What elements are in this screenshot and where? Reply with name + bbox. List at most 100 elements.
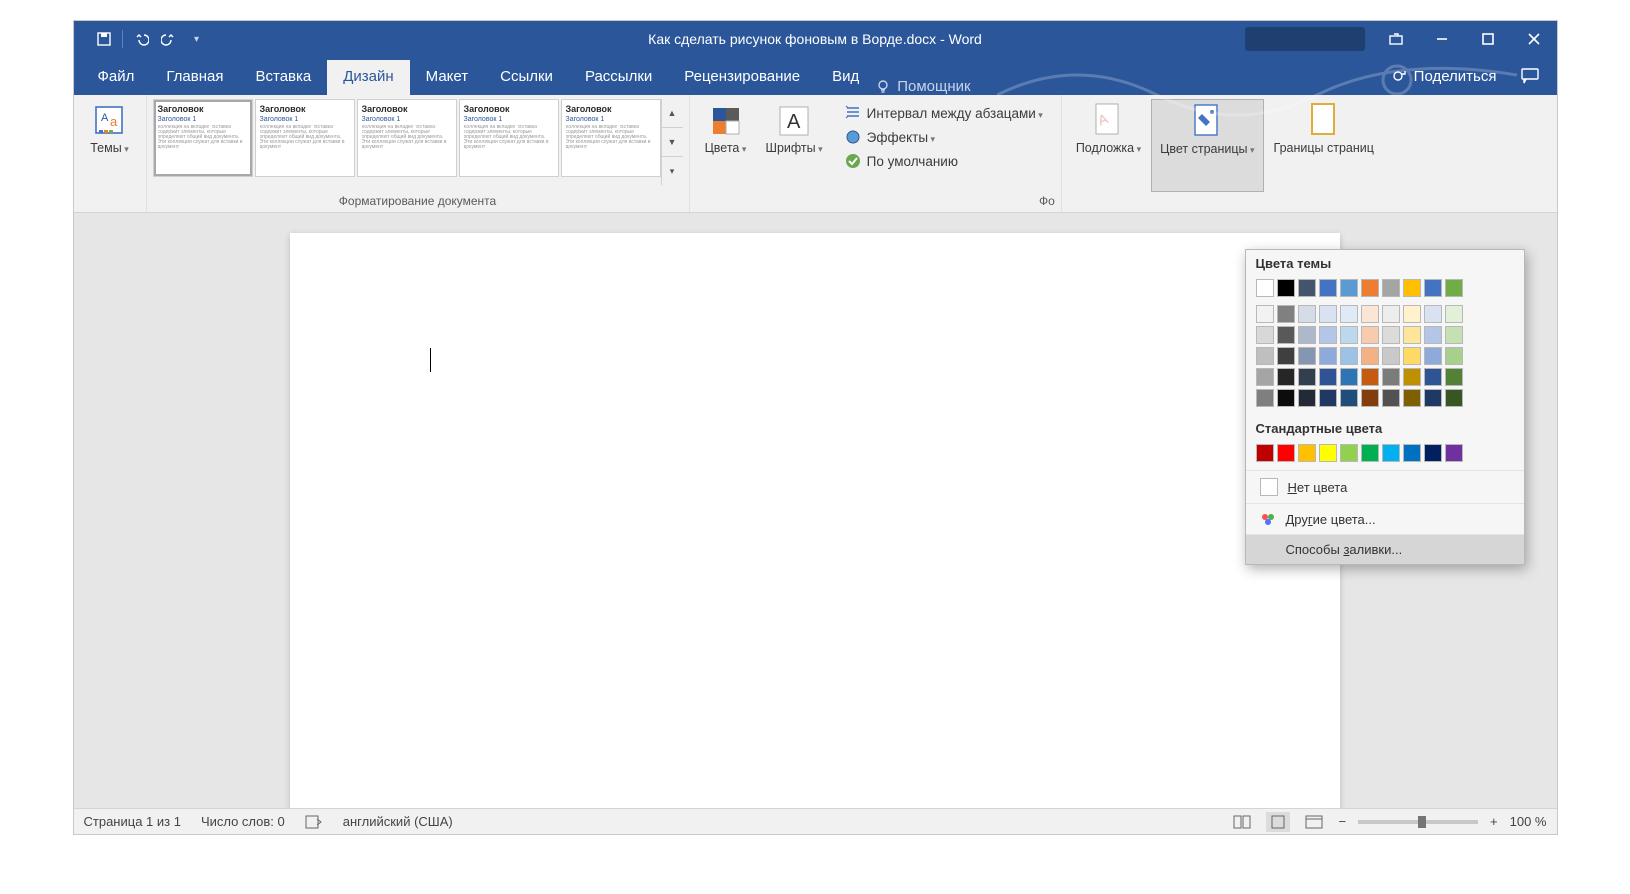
web-layout-button[interactable] [1302, 812, 1326, 832]
color-swatch[interactable] [1277, 305, 1295, 323]
color-swatch[interactable] [1361, 326, 1379, 344]
undo-button[interactable] [129, 27, 153, 51]
color-swatch[interactable] [1403, 279, 1421, 297]
tab-layout[interactable]: Макет [410, 60, 484, 95]
color-swatch[interactable] [1403, 444, 1421, 462]
color-swatch[interactable] [1298, 347, 1316, 365]
minimize-button[interactable] [1419, 21, 1465, 57]
page-color-button[interactable]: Цвет страницы [1151, 99, 1263, 192]
tab-design[interactable]: Дизайн [327, 60, 409, 95]
effects-button[interactable]: Эффекты [841, 127, 1047, 147]
color-swatch[interactable] [1277, 347, 1295, 365]
color-swatch[interactable] [1424, 326, 1442, 344]
color-swatch[interactable] [1361, 347, 1379, 365]
gallery-scroll-down[interactable]: ▼ [662, 128, 683, 157]
fonts-button[interactable]: A Шрифты [758, 99, 831, 192]
color-swatch[interactable] [1340, 347, 1358, 365]
color-swatch[interactable] [1256, 389, 1274, 407]
style-set-thumb[interactable]: ЗаголовокЗаголовок 1Коллекция на вкладке… [255, 99, 355, 177]
ribbon-display-options-icon[interactable] [1373, 21, 1419, 57]
color-swatch[interactable] [1424, 305, 1442, 323]
tab-home[interactable]: Главная [150, 60, 239, 95]
color-swatch[interactable] [1424, 444, 1442, 462]
gallery-more[interactable]: ▾ [662, 157, 683, 185]
tell-me-search[interactable]: Помощник [875, 78, 970, 95]
color-swatch[interactable] [1319, 389, 1337, 407]
more-colors-item[interactable]: Другие цвета... [1246, 503, 1524, 534]
color-swatch[interactable] [1256, 368, 1274, 386]
status-language[interactable]: английский (США) [343, 814, 453, 829]
share-button[interactable]: Поделиться [1392, 68, 1497, 85]
color-swatch[interactable] [1277, 326, 1295, 344]
color-swatch[interactable] [1382, 368, 1400, 386]
color-swatch[interactable] [1361, 368, 1379, 386]
color-swatch[interactable] [1445, 444, 1463, 462]
color-swatch[interactable] [1298, 279, 1316, 297]
tab-file[interactable]: Файл [82, 60, 151, 95]
color-swatch[interactable] [1382, 347, 1400, 365]
color-swatch[interactable] [1319, 368, 1337, 386]
color-swatch[interactable] [1340, 368, 1358, 386]
color-swatch[interactable] [1319, 347, 1337, 365]
color-swatch[interactable] [1340, 444, 1358, 462]
color-swatch[interactable] [1361, 279, 1379, 297]
color-swatch[interactable] [1424, 279, 1442, 297]
zoom-out-button[interactable]: − [1338, 814, 1346, 829]
gallery-scroll-up[interactable]: ▲ [662, 99, 683, 128]
color-swatch[interactable] [1319, 305, 1337, 323]
comments-button[interactable] [1515, 63, 1545, 89]
themes-button[interactable]: Aa Темы [80, 99, 140, 192]
color-swatch[interactable] [1256, 305, 1274, 323]
tab-review[interactable]: Рецензирование [668, 60, 816, 95]
color-swatch[interactable] [1424, 389, 1442, 407]
color-swatch[interactable] [1424, 368, 1442, 386]
color-swatch[interactable] [1319, 279, 1337, 297]
style-set-thumb[interactable]: ЗаголовокЗаголовок 1Коллекция на вкладке… [561, 99, 661, 177]
color-swatch[interactable] [1298, 368, 1316, 386]
close-button[interactable] [1511, 21, 1557, 57]
color-swatch[interactable] [1256, 347, 1274, 365]
colors-button[interactable]: Цвета [696, 99, 756, 192]
print-layout-button[interactable] [1266, 812, 1290, 832]
color-swatch[interactable] [1340, 389, 1358, 407]
color-swatch[interactable] [1445, 279, 1463, 297]
tab-references[interactable]: Ссылки [484, 60, 569, 95]
qat-customize-icon[interactable]: ▾ [185, 27, 209, 51]
color-swatch[interactable] [1277, 389, 1295, 407]
color-swatch[interactable] [1319, 444, 1337, 462]
color-swatch[interactable] [1340, 279, 1358, 297]
color-swatch[interactable] [1361, 444, 1379, 462]
color-swatch[interactable] [1361, 389, 1379, 407]
zoom-level[interactable]: 100 % [1510, 814, 1547, 829]
style-set-thumb[interactable]: ЗаголовокЗаголовок 1Коллекция на вкладке… [357, 99, 457, 177]
no-color-item[interactable]: Нет цвета [1246, 470, 1524, 503]
color-swatch[interactable] [1382, 444, 1400, 462]
zoom-in-button[interactable]: + [1490, 814, 1498, 829]
read-mode-button[interactable] [1230, 812, 1254, 832]
status-page[interactable]: Страница 1 из 1 [84, 814, 181, 829]
color-swatch[interactable] [1403, 368, 1421, 386]
zoom-slider[interactable] [1358, 820, 1478, 824]
tab-view[interactable]: Вид [816, 60, 875, 95]
color-swatch[interactable] [1445, 389, 1463, 407]
color-swatch[interactable] [1277, 279, 1295, 297]
fill-effects-item[interactable]: Способы заливки... [1246, 534, 1524, 564]
user-account-badge[interactable] [1245, 27, 1365, 51]
document-page[interactable] [290, 233, 1340, 808]
zoom-slider-thumb[interactable] [1418, 816, 1426, 828]
watermark-button[interactable]: A Подложка [1068, 99, 1149, 192]
color-swatch[interactable] [1445, 368, 1463, 386]
color-swatch[interactable] [1382, 326, 1400, 344]
status-word-count[interactable]: Число слов: 0 [201, 814, 285, 829]
color-swatch[interactable] [1319, 326, 1337, 344]
maximize-button[interactable] [1465, 21, 1511, 57]
color-swatch[interactable] [1445, 305, 1463, 323]
color-swatch[interactable] [1340, 326, 1358, 344]
color-swatch[interactable] [1403, 326, 1421, 344]
color-swatch[interactable] [1445, 347, 1463, 365]
color-swatch[interactable] [1277, 368, 1295, 386]
tab-mailings[interactable]: Рассылки [569, 60, 668, 95]
redo-button[interactable] [157, 27, 181, 51]
color-swatch[interactable] [1382, 389, 1400, 407]
color-swatch[interactable] [1340, 305, 1358, 323]
